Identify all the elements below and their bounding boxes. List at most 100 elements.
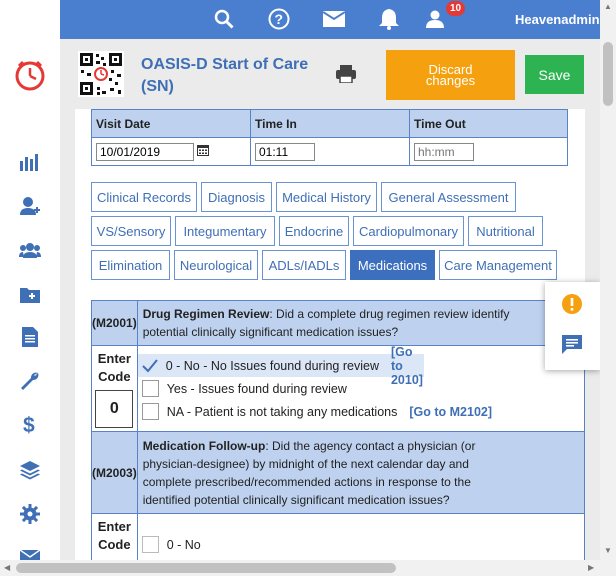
m2001-text-2: potential clinically significant medicat… — [142, 325, 399, 339]
horizontal-scroll-thumb[interactable] — [16, 563, 396, 573]
tab-diagnosis[interactable]: Diagnosis — [201, 182, 272, 212]
layers-icon[interactable] — [19, 459, 41, 481]
time-out-label: Time Out — [409, 109, 568, 138]
help-icon[interactable]: ? — [268, 8, 290, 30]
code-label: Code — [98, 368, 131, 384]
tab-care-management[interactable]: Care Management — [439, 250, 557, 280]
chat-icon[interactable] — [561, 334, 583, 361]
scroll-down-arrow-icon[interactable]: ▼ — [604, 546, 612, 555]
save-button[interactable]: Save — [525, 55, 584, 94]
mail-icon[interactable] — [323, 8, 345, 30]
add-folder-icon[interactable] — [19, 283, 41, 305]
m2001-code: (M2001) — [91, 300, 138, 346]
svg-text:$: $ — [23, 414, 35, 436]
visit-date-cell — [91, 137, 251, 166]
calendar-icon[interactable] — [197, 144, 209, 159]
vertical-scroll-thumb[interactable] — [603, 42, 613, 106]
enter-label: Enter — [97, 519, 131, 534]
checkbox[interactable] — [141, 380, 159, 397]
time-in-cell — [250, 137, 410, 166]
search-icon[interactable] — [213, 8, 235, 30]
form-content: Visit Date Time In Time Out 10/01/2019 0… — [60, 109, 600, 560]
tab-cardiopulmonary[interactable]: Cardiopulmonary — [353, 216, 464, 246]
tab-adls-iadls[interactable]: ADLs/IADLs — [262, 250, 346, 280]
checkmark-icon — [141, 358, 158, 373]
visit-date-input[interactable] — [96, 142, 194, 161]
horizontal-scrollbar[interactable]: ◀ ▶ — [0, 560, 616, 576]
tab-clinical-records[interactable]: Clinical Records — [91, 182, 197, 212]
tab-integumentary[interactable]: Integumentary — [175, 216, 275, 246]
tab-medical-history[interactable]: Medical History — [276, 182, 377, 212]
notification-badge: 10 — [446, 1, 466, 16]
time-out-input[interactable] — [414, 142, 474, 161]
alert-icon[interactable] — [561, 293, 583, 320]
medication-questions-table: (M2001) Drug Regimen Review: Did a compl… — [91, 300, 585, 560]
wrench-icon[interactable] — [19, 370, 41, 392]
time-in-input[interactable] — [255, 142, 315, 161]
tab-vs-sensory[interactable]: VS/Sensory — [91, 216, 171, 246]
m2001-option-1-label: Yes - Issues found during review — [166, 381, 347, 396]
m2001-enter-code-cell: Enter Code 0 — [91, 345, 138, 432]
discard-label-line2: changes — [425, 73, 476, 88]
goto-m2102-link[interactable]: [Go to M2102] — [409, 405, 492, 419]
m2003-question: Medication Follow-up: Did the agency con… — [136, 431, 585, 514]
m2001-option-1[interactable]: Yes - Issues found during review — [138, 377, 584, 400]
svg-text:?: ? — [275, 11, 284, 27]
m2001-question: Drug Regimen Review: Did a complete drug… — [136, 300, 585, 346]
sidebar: $ — [0, 0, 60, 576]
form-header: OASIS-D Start of Care (SN) Discard chang… — [60, 39, 600, 109]
tab-medications[interactable]: Medications — [350, 250, 435, 280]
checkbox[interactable] — [141, 403, 159, 420]
top-bar: ? 10 Heavenadmin Mojica — [60, 0, 616, 39]
scroll-up-arrow-icon[interactable]: ▲ — [604, 2, 612, 11]
code-label: Code — [98, 537, 131, 552]
enter-label: Enter — [97, 350, 131, 366]
floating-action-panel — [545, 282, 600, 370]
m2001-option-0-label: 0 - No - No Issues found during review — [165, 358, 379, 373]
m2003-title: Medication Follow-up — [142, 438, 266, 453]
tab-nutritional[interactable]: Nutritional — [468, 216, 543, 246]
form-panel: Visit Date Time In Time Out 10/01/2019 0… — [75, 109, 585, 560]
m2003-text-1: : Did the agency contact a physician (or — [265, 438, 476, 453]
bell-icon[interactable] — [378, 8, 400, 30]
tab-neurological[interactable]: Neurological — [174, 250, 258, 280]
add-patient-icon[interactable] — [19, 195, 41, 217]
visit-date-label: Visit Date — [91, 109, 251, 138]
tab-general-assessment[interactable]: General Assessment — [381, 182, 516, 212]
logo-clock-icon[interactable] — [13, 58, 47, 92]
m2003-enter-code-cell: Enter Code — [91, 513, 138, 560]
dollar-icon[interactable]: $ — [19, 414, 41, 436]
m2001-options: 0 - No - No Issues found during review [… — [136, 345, 585, 432]
m2001-option-0[interactable]: 0 - No - No Issues found during review [… — [137, 345, 424, 387]
m2001-title: Drug Regimen Review — [142, 307, 270, 321]
qr-code-image — [78, 51, 124, 97]
scroll-right-arrow-icon[interactable]: ▶ — [588, 563, 594, 572]
visit-info-table: Visit Date Time In Time Out — [91, 109, 568, 166]
m2001-code-input[interactable]: 0 — [95, 389, 134, 428]
group-icon[interactable] — [19, 239, 41, 261]
scroll-left-arrow-icon[interactable]: ◀ — [4, 563, 10, 572]
m2003-option-0-label: 0 - No — [166, 537, 201, 552]
m2003-text-3: complete prescribed/recommended actions … — [142, 474, 471, 489]
discard-changes-button[interactable]: Discard changes — [386, 50, 515, 100]
m2001-text-1: : Did a complete drug regimen review ide… — [269, 307, 510, 321]
tab-endocrine[interactable]: Endocrine — [279, 216, 349, 246]
m2003-text-2: physician-designee) by midnight of the n… — [142, 456, 469, 471]
checkbox[interactable] — [141, 536, 159, 553]
page-title: OASIS-D Start of Care (SN) — [141, 56, 309, 95]
print-icon[interactable] — [336, 65, 356, 88]
user-icon[interactable] — [424, 8, 446, 30]
time-out-cell — [409, 137, 568, 166]
m2003-code: (M2003) — [91, 431, 138, 514]
bar-chart-icon[interactable] — [19, 151, 41, 173]
m2003-option-0[interactable]: 0 - No — [138, 533, 584, 556]
tab-elimination[interactable]: Elimination — [91, 250, 170, 280]
gear-icon[interactable] — [19, 503, 41, 525]
vertical-scrollbar[interactable]: ▲ ▼ — [600, 0, 616, 560]
document-icon[interactable] — [19, 326, 41, 348]
m2003-options: 0 - No — [136, 513, 585, 560]
m2003-text-4: identified potential clinically signific… — [142, 492, 450, 507]
m2001-option-2-label: NA - Patient is not taking any medicatio… — [166, 404, 398, 419]
time-in-label: Time In — [250, 109, 410, 138]
m2001-option-2[interactable]: NA - Patient is not taking any medicatio… — [138, 400, 584, 423]
